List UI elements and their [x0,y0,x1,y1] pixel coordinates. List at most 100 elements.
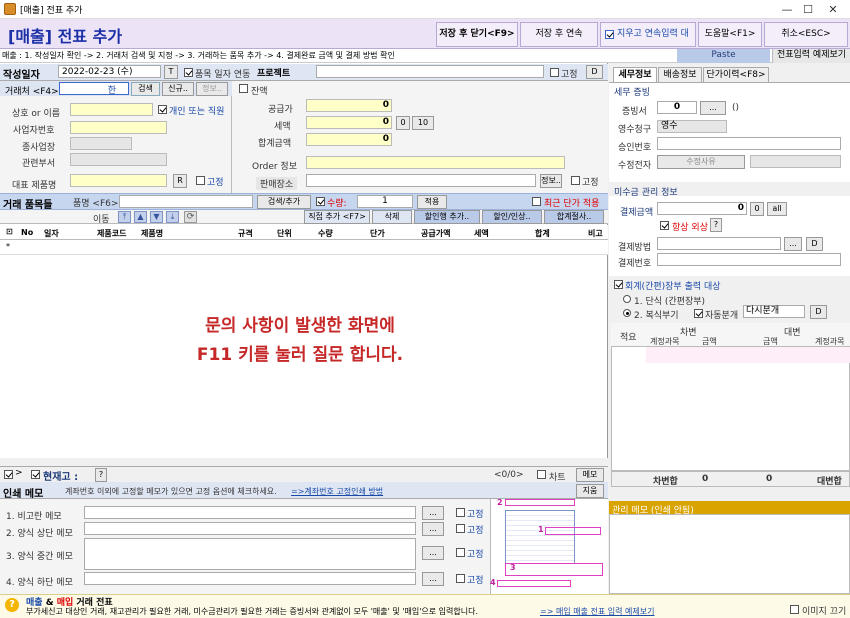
tax-value[interactable]: 0 [306,116,392,129]
clear-continue-checkbox[interactable] [605,30,614,39]
tab-tax-info[interactable]: 세무정보 [613,67,657,82]
paste-button[interactable]: Paste [677,49,770,63]
memo-button[interactable]: 메모 [576,468,604,482]
pay-amount-input[interactable]: 0 [657,202,747,215]
new-row[interactable] [0,240,608,255]
tab-shipping[interactable]: 배송정보 [658,67,702,82]
date-input[interactable]: 2022-02-23 (수) [58,65,161,78]
qty-checkbox[interactable] [316,197,325,206]
customer-search-button[interactable]: 검색 [131,82,160,96]
stock-expand-icon[interactable]: > [15,468,23,478]
t-button[interactable]: T [164,65,178,79]
item-name-input[interactable] [119,195,253,208]
pay-no-input[interactable] [657,253,841,266]
delete-row-button[interactable]: 삭제 [372,210,412,224]
pay-method-d[interactable]: D [806,237,823,251]
ledger-row-debit[interactable] [646,347,738,363]
memo1-input[interactable] [84,506,416,519]
mgmt-memo-input[interactable] [609,514,850,594]
stock-expand-checkbox[interactable] [4,470,13,479]
approve-input[interactable] [657,137,841,150]
edit-reason-input[interactable] [750,155,841,168]
ledger-checkbox[interactable] [614,280,623,289]
pay-all-button[interactable]: all [767,202,787,216]
claim-select[interactable]: 영수 [657,120,727,133]
tax-zero-button[interactable]: 0 [396,116,410,130]
supply-value[interactable]: 0 [306,99,392,112]
memo3-dots[interactable]: ... [422,546,444,560]
example-button[interactable]: 전표입력 예제보기 [772,49,850,63]
qty-input[interactable]: 1 [357,195,413,208]
auto-split-checkbox[interactable] [694,309,703,318]
memo2-input[interactable] [84,522,416,535]
total-value[interactable]: 0 [306,133,392,146]
credit-checkbox[interactable] [660,221,669,230]
ledger-row-credit[interactable] [738,347,850,363]
seller-select[interactable] [306,174,536,187]
seller-fixed-checkbox[interactable] [571,176,580,185]
memo4-input[interactable] [84,572,416,585]
memo2-fixed[interactable] [456,524,465,533]
rep-item-r-button[interactable]: R [173,174,187,188]
personal-checkbox[interactable] [158,105,167,114]
cancel-button[interactable]: 취소<ESC> [764,22,848,47]
tab-price-history[interactable]: 단가이력<F8> [703,67,769,82]
total-split-button[interactable]: 합계절사.. [544,210,604,224]
memo4-fixed[interactable] [456,574,465,583]
footer-example-link[interactable]: => 매입 매출 전표 입력 예제보기 [540,606,654,617]
item-date-link-checkbox[interactable] [184,68,193,77]
project-fixed-checkbox[interactable] [550,68,559,77]
stock-help-button[interactable]: ? [95,468,107,482]
memo1-dots[interactable]: ... [422,506,444,520]
seller-dots-button[interactable]: 정보.. [540,174,562,188]
hide-image-checkbox[interactable] [790,605,799,614]
proof-dots-button[interactable]: ... [700,101,726,115]
pay-method-dots[interactable]: ... [784,237,802,251]
memo3-input[interactable] [84,538,416,570]
memo-delete-button[interactable]: 지움 [576,484,604,498]
edit-reason-button[interactable]: 수정사유 [657,155,745,169]
move-top-icon[interactable]: ⤒ [118,211,131,223]
pay-zero-button[interactable]: 0 [750,202,764,216]
project-d-button[interactable]: D [586,65,603,79]
double-entry-radio[interactable] [623,309,631,317]
discount-markup-button[interactable]: 할인/인상.. [482,210,542,224]
save-close-button[interactable]: 저장 후 닫기<F9> [436,22,518,47]
credit-help-button[interactable]: ? [710,218,722,232]
account-print-link[interactable]: =>계좌번호 고정인쇄 방법 [291,486,383,497]
save-continue-button[interactable]: 저장 후 연속<F10> [520,22,598,62]
balance-checkbox[interactable] [239,84,248,93]
move-up-icon[interactable]: ▲ [134,211,147,223]
move-bottom-icon[interactable]: ⤓ [166,211,179,223]
apply-button[interactable]: 적용 [417,195,447,209]
customer-new-button[interactable]: 신규.. [162,82,194,96]
workplace-select[interactable] [70,137,132,150]
recent-price-checkbox[interactable] [532,197,541,206]
split-select[interactable]: 다시분개 [743,305,805,318]
memo1-fixed[interactable] [456,508,465,517]
proof-value[interactable]: 0 [657,101,697,114]
refresh-icon[interactable]: ⟳ [184,211,197,223]
close-button[interactable]: ✕ [812,0,850,19]
tax-ten-button[interactable]: 10 [412,116,434,130]
discount-add-button[interactable]: 할인행 추가.. [414,210,480,224]
chart-checkbox[interactable] [537,470,546,479]
item-search-add-button[interactable]: 검색/추가 [257,195,311,209]
pay-method-select[interactable] [657,237,781,250]
clear-continue-toggle[interactable]: 지우고 연속입력 대기 [600,22,696,62]
project-select[interactable] [316,65,544,78]
stock-checkbox[interactable] [31,470,40,479]
ledger-d-button[interactable]: D [810,305,827,319]
memo4-dots[interactable]: ... [422,572,444,586]
memo2-dots[interactable]: ... [422,522,444,536]
customer-input[interactable]: 한 [59,82,129,96]
help-button[interactable]: 도움말<F1> [698,22,762,47]
memo3-fixed[interactable] [456,548,465,557]
dept-select[interactable] [70,153,167,166]
rep-item-fixed-checkbox[interactable] [196,176,205,185]
biz-no-input[interactable] [70,121,167,134]
direct-add-button[interactable]: 직접 추가 <F7> [304,210,370,224]
name-input[interactable] [70,103,153,116]
move-down-icon[interactable]: ▼ [150,211,163,223]
customer-info-button[interactable]: 정보.. [196,82,228,96]
